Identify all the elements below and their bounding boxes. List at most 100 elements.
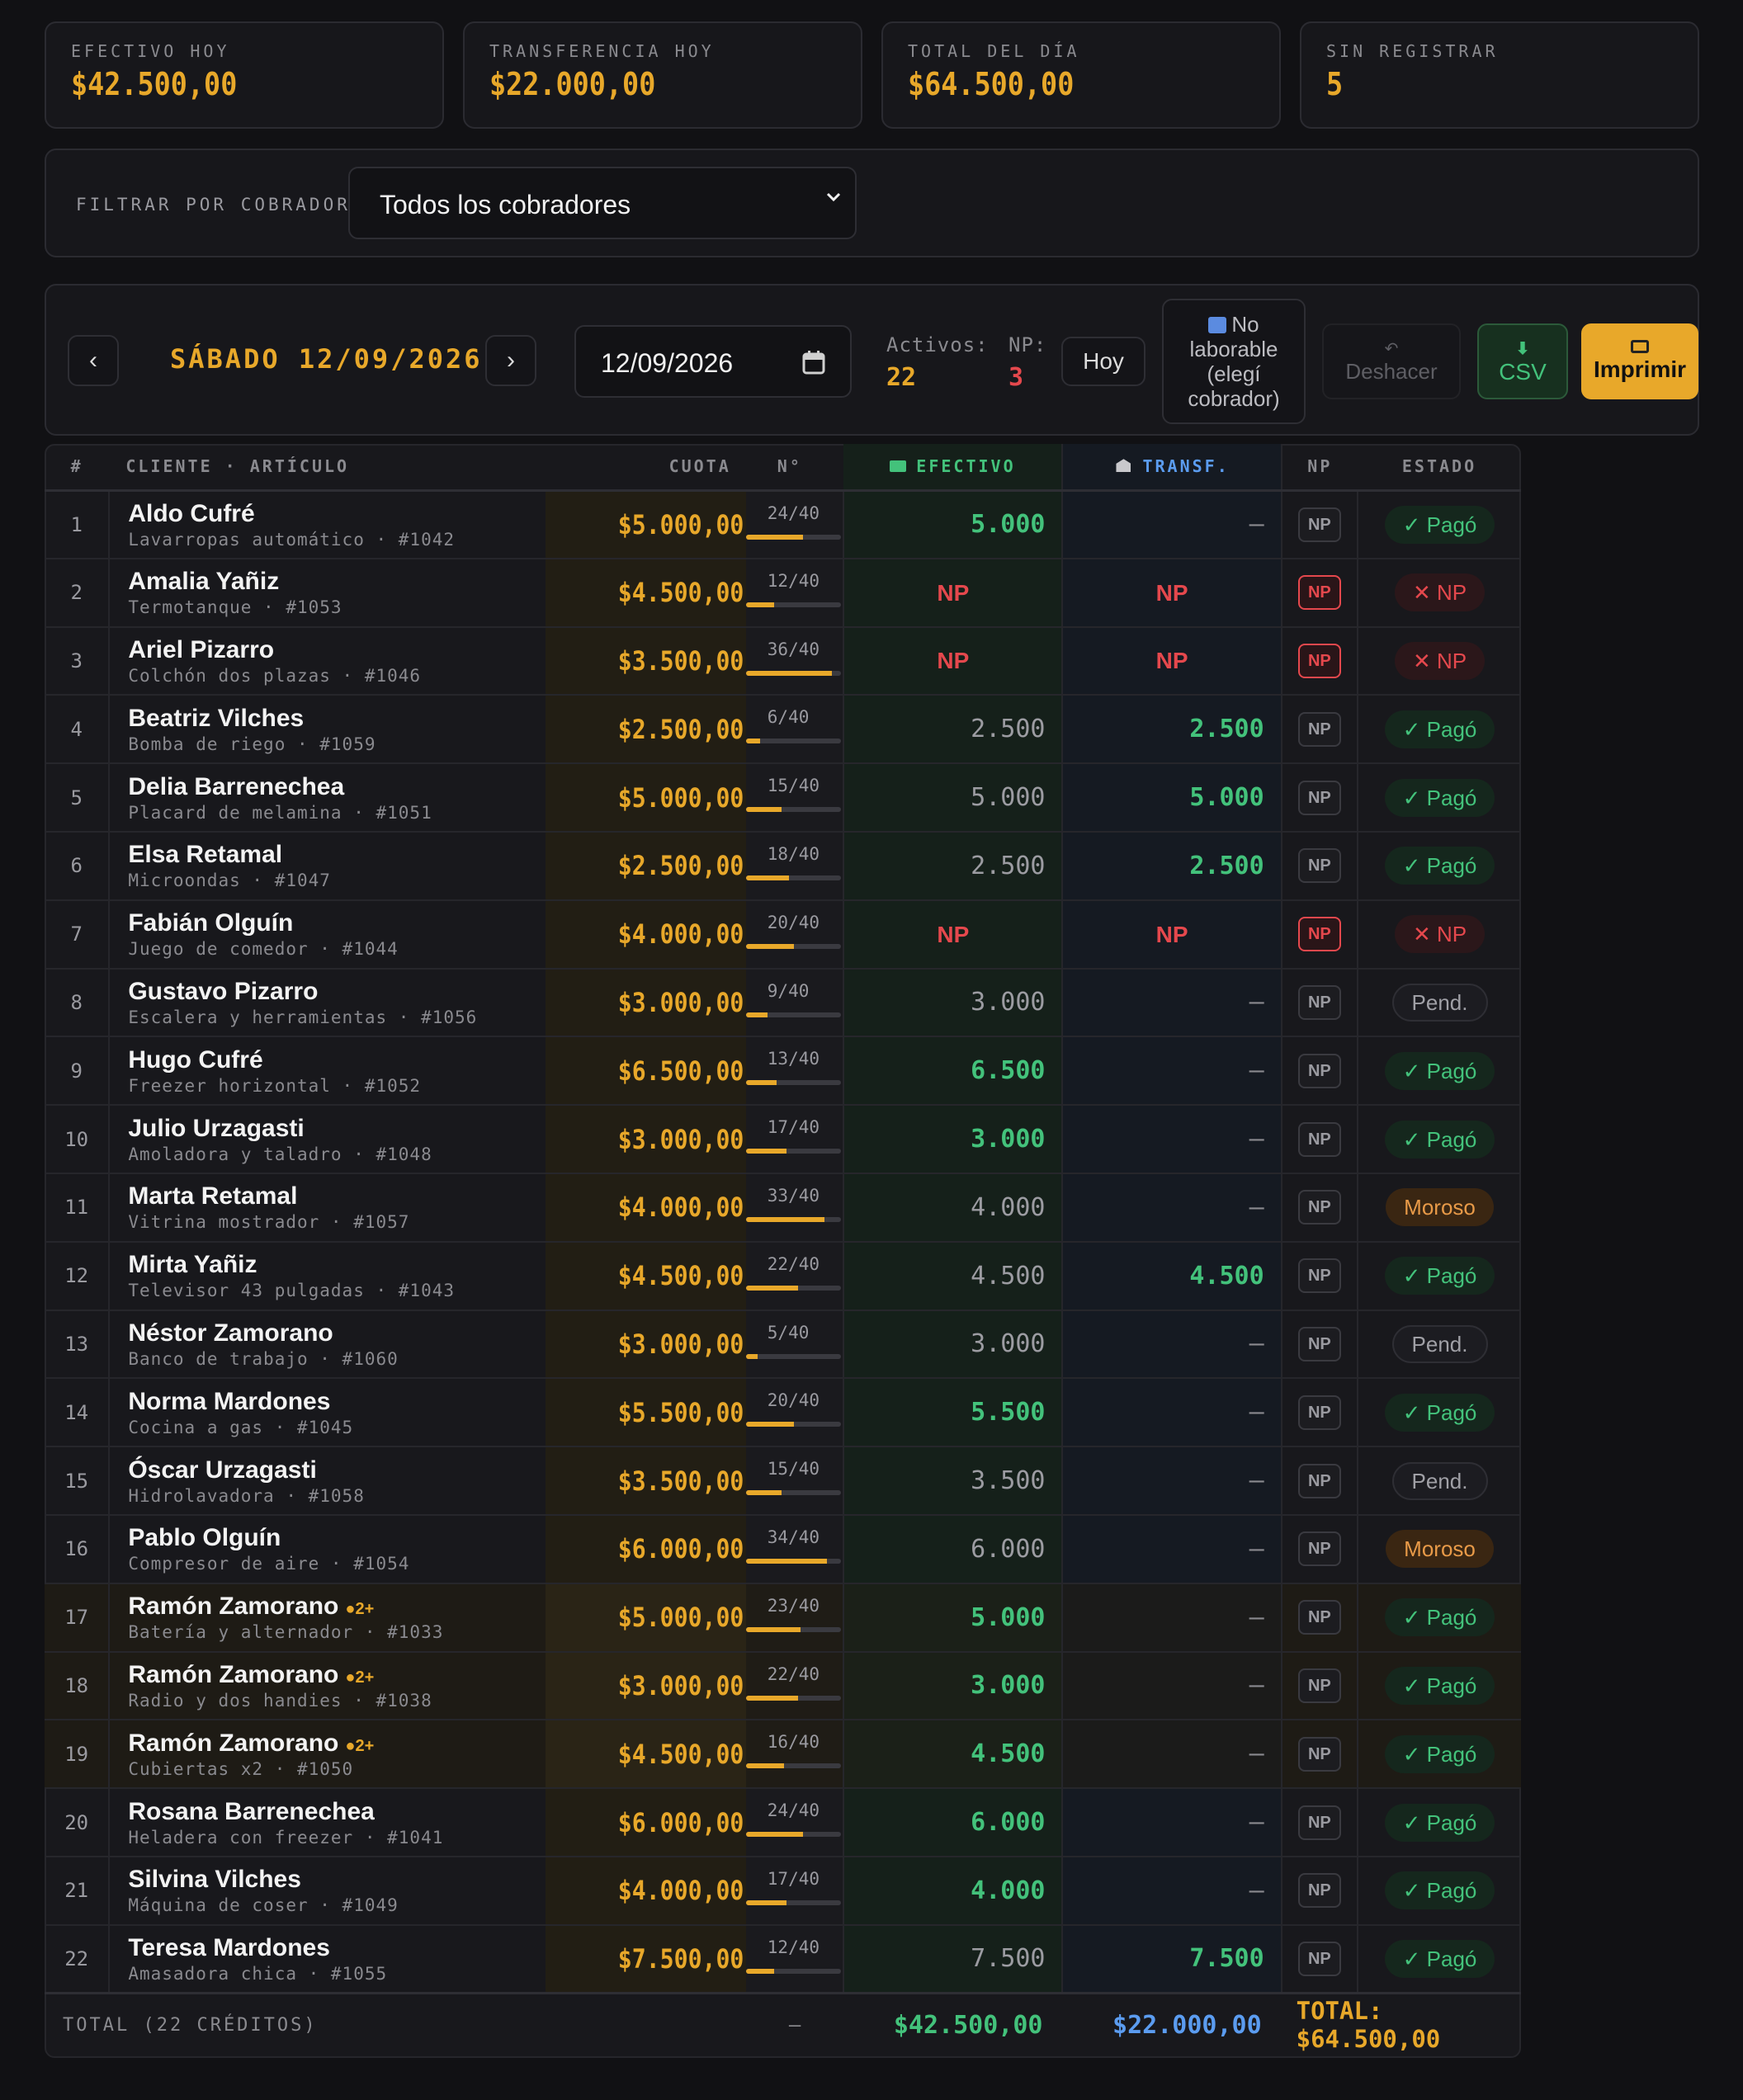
efectivo-cell[interactable]: 4.000 — [843, 1173, 1064, 1243]
cliente-cell: Néstor Zamorano Banco de trabajo · #1060 — [109, 1310, 546, 1380]
efectivo-cell[interactable]: 2.500 — [843, 695, 1064, 765]
np-toggle-button[interactable]: NP — [1297, 1805, 1341, 1840]
cliente-name: Hugo Cufré — [128, 1046, 545, 1074]
hoy-button[interactable]: Hoy — [1061, 337, 1145, 386]
transf-cell[interactable]: — — [1062, 1720, 1282, 1790]
transf-cell[interactable]: — — [1062, 1378, 1282, 1448]
efectivo-cell[interactable]: 5.000 — [843, 1583, 1064, 1653]
transf-cell[interactable]: — — [1062, 490, 1282, 559]
cobrador-select[interactable]: Todos los cobradores — [348, 167, 857, 239]
efectivo-cell[interactable]: 7.500 — [843, 1924, 1064, 1994]
cuota-progress-fill — [745, 1149, 786, 1154]
transf-cell[interactable]: 5.000 — [1062, 763, 1282, 833]
efectivo-cell[interactable]: 3.000 — [843, 1105, 1064, 1174]
np-toggle-button[interactable]: NP — [1297, 1668, 1341, 1703]
transf-cell[interactable]: — — [1062, 1105, 1282, 1174]
imprimir-button[interactable]: Imprimir — [1581, 323, 1698, 399]
transf-cell[interactable]: — — [1062, 1856, 1282, 1926]
cliente-cell: Beatriz Vilches Bomba de riego · #1059 — [109, 695, 546, 765]
np-toggle-button[interactable]: NP — [1297, 1873, 1341, 1909]
efectivo-cell[interactable]: 3.000 — [843, 1651, 1064, 1721]
np-toggle-button[interactable]: NP — [1297, 1121, 1341, 1157]
np-toggle-button[interactable]: NP — [1297, 780, 1341, 815]
efectivo-value: 5.000 — [971, 510, 1046, 540]
csv-button[interactable]: ⬇ CSV — [1477, 323, 1568, 399]
date-input[interactable]: 12/09/2026 — [574, 325, 852, 398]
np-toggle-button[interactable]: NP — [1297, 848, 1341, 884]
efectivo-cell[interactable]: 4.500 — [843, 1241, 1064, 1311]
np-toggle-button[interactable]: NP — [1297, 1190, 1341, 1225]
no-laborable-button[interactable]: No laborable (elegí cobrador) — [1162, 299, 1306, 424]
estado-cell: ✓ Pagó — [1358, 1583, 1521, 1653]
efectivo-cell[interactable]: 3.500 — [843, 1446, 1064, 1516]
np-toggle-button[interactable]: NP — [1297, 711, 1341, 747]
prev-day-button[interactable]: ‹ — [68, 335, 119, 386]
np-toggle-button[interactable]: NP — [1297, 1736, 1341, 1772]
stat-label: EFECTIVO HOY — [71, 41, 230, 61]
filter-panel: FILTRAR POR COBRADOR Todos los cobradore… — [45, 149, 1699, 257]
efectivo-cell[interactable]: 4.500 — [843, 1720, 1064, 1790]
efectivo-cell[interactable]: 2.500 — [843, 831, 1064, 901]
efectivo-cell[interactable]: NP — [843, 626, 1064, 696]
undo-icon: ↶ — [1384, 340, 1399, 358]
transf-cell[interactable]: — — [1062, 1173, 1282, 1243]
cuota-cell: $6.000,00 — [545, 1514, 746, 1584]
cuota-progress-fill — [745, 1285, 799, 1291]
transf-cell[interactable]: NP — [1062, 626, 1282, 696]
calendar-icon[interactable] — [802, 350, 825, 375]
efectivo-cell[interactable]: NP — [843, 558, 1064, 628]
transf-cell[interactable]: 2.500 — [1062, 695, 1282, 765]
np-toggle-button[interactable]: NP — [1297, 1258, 1341, 1294]
deshacer-button[interactable]: ↶ Deshacer — [1322, 323, 1461, 399]
transf-cell[interactable]: 7.500 — [1062, 1924, 1282, 1994]
np-toggle-button[interactable]: NP — [1297, 1531, 1341, 1567]
row-index: 2 — [45, 558, 111, 628]
np-toggle-button[interactable]: NP — [1297, 1394, 1341, 1430]
no-laborable-label: laborable — [1189, 337, 1278, 361]
transf-cell[interactable]: — — [1062, 1651, 1282, 1721]
transf-cell[interactable]: — — [1062, 1446, 1282, 1516]
transf-cell[interactable]: — — [1062, 1583, 1282, 1653]
transf-cell[interactable]: — — [1062, 1036, 1282, 1107]
cuota-progress-bar — [745, 1285, 842, 1291]
transf-cell[interactable]: 2.500 — [1062, 831, 1282, 901]
cuota-value: $3.000,00 — [618, 1669, 744, 1701]
transf-cell[interactable]: — — [1062, 1514, 1282, 1584]
cuota-number: 13/40 — [767, 1049, 820, 1069]
np-toggle-button[interactable]: NP — [1297, 984, 1341, 1020]
cliente-name: Norma Mardones — [128, 1388, 545, 1416]
np-toggle-button[interactable]: NP — [1297, 575, 1341, 611]
np-toggle-button[interactable]: NP — [1297, 917, 1341, 952]
articulo-label: Heladera con freezer · #1041 — [128, 1827, 444, 1848]
cuota-cell: $5.500,00 — [545, 1378, 746, 1448]
efectivo-cell[interactable]: 6.500 — [843, 1036, 1064, 1107]
transf-cell[interactable]: NP — [1062, 899, 1282, 970]
efectivo-cell[interactable]: 5.500 — [843, 1378, 1064, 1448]
cuota-progress-fill — [745, 1353, 758, 1359]
transf-cell[interactable]: 4.500 — [1062, 1241, 1282, 1311]
efectivo-cell[interactable]: 6.000 — [843, 1788, 1064, 1857]
np-toggle-button[interactable]: NP — [1297, 643, 1341, 678]
np-toggle-button[interactable]: NP — [1297, 507, 1341, 542]
np-toggle-button[interactable]: NP — [1297, 1941, 1341, 1976]
row-index: 9 — [45, 1036, 111, 1107]
efectivo-cell[interactable]: 5.000 — [843, 763, 1064, 833]
cuota-value: $4.000,00 — [618, 1875, 744, 1907]
efectivo-cell[interactable]: 3.000 — [843, 968, 1064, 1038]
cliente-cell: Amalia Yañiz Termotanque · #1053 — [109, 558, 546, 628]
np-toggle-button[interactable]: NP — [1297, 1463, 1341, 1498]
efectivo-cell[interactable]: NP — [843, 899, 1064, 970]
efectivo-cell[interactable]: 4.000 — [843, 1856, 1064, 1926]
np-toggle-button[interactable]: NP — [1297, 1053, 1341, 1088]
efectivo-cell[interactable]: 3.000 — [843, 1310, 1064, 1380]
transf-cell[interactable]: — — [1062, 1310, 1282, 1380]
transf-cell[interactable]: NP — [1062, 558, 1282, 628]
np-toggle-button[interactable]: NP — [1297, 1600, 1341, 1635]
next-day-button[interactable]: › — [485, 335, 536, 386]
cuota-progress-cell: 16/40 — [745, 1720, 845, 1790]
transf-cell[interactable]: — — [1062, 1788, 1282, 1857]
transf-cell[interactable]: — — [1062, 968, 1282, 1038]
np-toggle-button[interactable]: NP — [1297, 1326, 1341, 1361]
efectivo-cell[interactable]: 6.000 — [843, 1514, 1064, 1584]
efectivo-cell[interactable]: 5.000 — [843, 490, 1064, 559]
